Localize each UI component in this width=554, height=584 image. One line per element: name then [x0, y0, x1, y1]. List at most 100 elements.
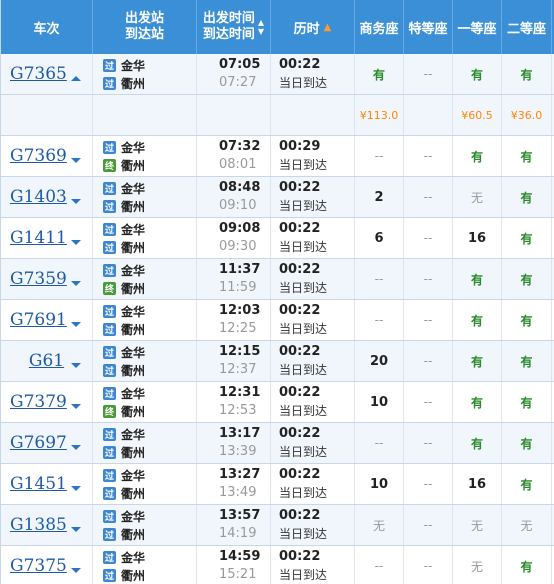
duration-value: 00:22: [279, 508, 321, 523]
seat-second[interactable]: 有: [502, 54, 552, 94]
expand-icon[interactable]: [71, 199, 81, 204]
train-cell: G7375: [1, 546, 93, 584]
pass-tag-icon: 过: [103, 363, 116, 377]
stations-cell: 过金华过衢州: [93, 464, 197, 504]
header-duration-label: 历时: [293, 21, 320, 37]
header-times[interactable]: 出发时间 到达时间 ▲ ▼: [197, 0, 271, 54]
price-spacer: [271, 95, 355, 135]
train-cell: G1403: [1, 177, 93, 217]
expand-icon[interactable]: [71, 322, 81, 327]
duration-value: 00:22: [279, 467, 321, 482]
seat-first[interactable]: 有: [453, 382, 502, 422]
seat-first[interactable]: 有: [453, 136, 502, 176]
depart-time: 13:27: [219, 467, 261, 482]
header-business: 商务座: [355, 0, 404, 54]
depart-station: 过金华: [103, 466, 196, 484]
times-cell: 08:48 09:10: [197, 177, 271, 217]
header-duration[interactable]: 历时 ▲: [271, 0, 355, 54]
depart-time: 11:37: [219, 262, 261, 277]
train-number-link[interactable]: G1451: [10, 474, 67, 494]
price-first: ¥60.5: [461, 108, 493, 122]
train-number-link[interactable]: G7359: [10, 269, 67, 289]
seat-first[interactable]: 有: [453, 54, 502, 94]
train-number-link[interactable]: G7365: [10, 64, 67, 84]
expand-icon[interactable]: [71, 445, 81, 450]
seat-business[interactable]: 有: [355, 54, 404, 94]
collapse-icon[interactable]: [71, 76, 81, 81]
seat-first[interactable]: 有: [453, 259, 502, 299]
expand-icon[interactable]: [71, 281, 81, 286]
arrive-time: 12:37: [219, 362, 257, 377]
seat-business[interactable]: 10: [355, 464, 404, 504]
train-cell: G7369: [1, 136, 93, 176]
depart-station-name: 金华: [121, 140, 146, 155]
arrive-time: 13:49: [219, 485, 257, 500]
header-premium: 特等座: [404, 0, 453, 54]
depart-time: 08:48: [219, 180, 261, 195]
price-cell-business: ¥113.0: [355, 95, 404, 135]
expand-icon[interactable]: [71, 527, 81, 532]
arrive-station: 过衢州: [103, 320, 196, 338]
seat-first[interactable]: 有: [453, 341, 502, 381]
seat-business[interactable]: 20: [355, 341, 404, 381]
arrive-station: 终衢州: [103, 402, 196, 420]
expand-icon[interactable]: [71, 404, 81, 409]
train-cell: G7697: [1, 423, 93, 463]
depart-station-name: 金华: [121, 304, 146, 319]
price-cell-first: ¥60.5: [453, 95, 502, 135]
train-number-link[interactable]: G7379: [10, 392, 67, 412]
header-station-depart: 出发站: [124, 11, 164, 26]
expand-icon[interactable]: [71, 486, 81, 491]
expand-icon[interactable]: [71, 158, 81, 163]
train-number-link[interactable]: G7697: [10, 433, 67, 453]
pass-tag-icon: 过: [103, 240, 116, 254]
seat-first[interactable]: 16: [453, 218, 502, 258]
arrive-station: 过衢州: [103, 74, 196, 92]
depart-station-name: 金华: [121, 386, 146, 401]
seat-second[interactable]: 有: [502, 423, 552, 463]
seat-first[interactable]: 有: [453, 423, 502, 463]
seat-second[interactable]: 有: [502, 464, 552, 504]
seat-second[interactable]: 有: [502, 341, 552, 381]
seat-second[interactable]: 有: [502, 177, 552, 217]
seat-second[interactable]: 有: [502, 218, 552, 258]
arrive-station: 过衢州: [103, 525, 196, 543]
times-cell: 12:03 12:25: [197, 300, 271, 340]
seat-second[interactable]: 有: [502, 259, 552, 299]
arrive-time: 09:30: [219, 239, 257, 254]
seat-first[interactable]: 有: [453, 300, 502, 340]
seat-second[interactable]: 有: [502, 300, 552, 340]
arrive-station: 终衢州: [103, 279, 196, 297]
expand-icon[interactable]: [71, 363, 81, 368]
pass-tag-icon: 过: [103, 222, 116, 236]
train-number-link[interactable]: G1403: [10, 187, 67, 207]
seat-first[interactable]: 16: [453, 464, 502, 504]
table-row: G7379 过金华终衢州 12:31 12:53 00:22 当日到达 10 -- 有有: [1, 382, 554, 423]
seat-second[interactable]: 有: [502, 546, 552, 584]
expand-icon[interactable]: [71, 568, 81, 573]
arrive-day: 当日到达: [279, 363, 328, 377]
seat-business: 无: [355, 505, 404, 545]
expand-icon[interactable]: [71, 240, 81, 245]
seat-business[interactable]: 6: [355, 218, 404, 258]
arrive-station: 过衢州: [103, 361, 196, 379]
train-number-link[interactable]: G7369: [10, 146, 67, 166]
train-number-link[interactable]: G1385: [10, 515, 67, 535]
arrive-station-name: 衢州: [121, 445, 146, 460]
train-cell: G1451: [1, 464, 93, 504]
seat-second[interactable]: 有: [502, 382, 552, 422]
train-number-link[interactable]: G61: [29, 351, 64, 371]
duration-value: 00:22: [279, 180, 321, 195]
seat-premium: --: [404, 136, 453, 176]
train-number-link[interactable]: G7691: [10, 310, 67, 330]
depart-station: 过金华: [103, 56, 196, 74]
train-number-link[interactable]: G7375: [10, 556, 67, 576]
seat-premium: --: [404, 464, 453, 504]
seat-second[interactable]: 有: [502, 136, 552, 176]
pass-tag-icon: 过: [103, 345, 116, 359]
seat-business[interactable]: 2: [355, 177, 404, 217]
depart-station-name: 金华: [121, 58, 146, 73]
train-number-link[interactable]: G1411: [10, 228, 67, 248]
seat-business[interactable]: 10: [355, 382, 404, 422]
duration-cell: 00:22 当日到达: [271, 546, 355, 584]
